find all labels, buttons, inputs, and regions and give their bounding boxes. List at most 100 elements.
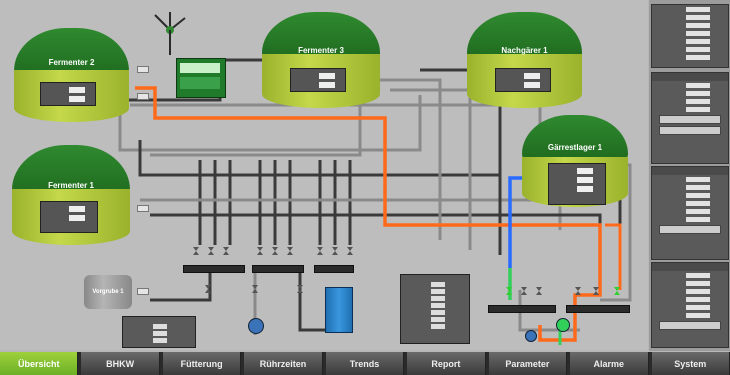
value-field [577, 185, 593, 192]
value-field [686, 216, 710, 222]
tab-ruehrzeiten[interactable]: Rührzeiten [244, 352, 323, 375]
scada-overview: Fermenter 2 Fermenter 3 Nachgärer 1 Gärr… [0, 0, 730, 375]
value-field [686, 82, 710, 88]
tank-fermenter-3[interactable]: Fermenter 3 [262, 12, 380, 108]
tab-alarme[interactable]: Alarme [570, 352, 649, 375]
valve-icon[interactable] [257, 247, 263, 255]
pipe-segment [150, 213, 602, 260]
tank-fermenter-1[interactable]: Fermenter 1 [12, 145, 130, 245]
value-field [686, 38, 710, 44]
tank-fermenter-2[interactable]: Fermenter 2 [14, 28, 129, 123]
navigation-tab-bar: Übersicht BHKW Fütterung Rührzeiten Tren… [0, 352, 730, 375]
value-field [686, 208, 710, 214]
value-field [319, 72, 335, 79]
pump-icon[interactable] [525, 330, 537, 342]
value-field [686, 312, 710, 318]
valve-icon[interactable] [317, 247, 323, 255]
valve-icon[interactable] [223, 247, 229, 255]
tank-title: Vorgrube 1 [92, 289, 124, 295]
tank-vorgrube-1[interactable]: Vorgrube 1 [84, 275, 132, 309]
valve-manifold-1 [183, 265, 245, 273]
valve-manifold-2 [252, 265, 304, 273]
valve-icon[interactable] [193, 247, 199, 255]
tab-parameter[interactable]: Parameter [488, 352, 568, 375]
pipe-segment [150, 270, 212, 302]
value-field [686, 54, 710, 60]
pipe-segment [130, 103, 542, 140]
stirrer-status[interactable] [137, 93, 149, 100]
value-field [686, 296, 710, 302]
value-field [686, 14, 710, 20]
tank-values-panel [40, 82, 96, 106]
sidebar-stirrer-box-2 [651, 262, 729, 348]
valve-icon[interactable] [347, 247, 353, 255]
tank-values-panel [548, 163, 606, 205]
value-field [686, 304, 710, 310]
valve-icon[interactable] [272, 247, 278, 255]
pump-icon[interactable] [556, 318, 570, 332]
stirrer-status[interactable] [137, 205, 149, 212]
value-field [686, 106, 710, 112]
value-field [524, 81, 540, 88]
info-box [122, 316, 196, 348]
feeder-icon[interactable] [176, 58, 226, 98]
stirrer-status[interactable] [137, 66, 149, 73]
value-field [686, 288, 710, 294]
plant-schematic: Fermenter 2 Fermenter 3 Nachgärer 1 Gärr… [0, 0, 648, 350]
valve-icon[interactable] [536, 287, 542, 295]
value-field [686, 272, 710, 278]
value-field [686, 30, 710, 36]
info-box [400, 274, 470, 344]
sidebar-button[interactable] [659, 115, 721, 124]
valve-icon[interactable] [208, 247, 214, 255]
tab-system[interactable]: System [651, 352, 730, 375]
valve-icon[interactable] [593, 287, 599, 295]
gas-flare-icon [154, 12, 186, 55]
value-field [686, 98, 710, 104]
value-field [319, 81, 335, 88]
pump-status[interactable] [137, 288, 149, 295]
sidebar-values-box [651, 4, 729, 68]
value-field [686, 176, 710, 182]
right-sidebar [649, 0, 730, 351]
pump-icon[interactable] [248, 318, 264, 334]
value-field [69, 214, 85, 221]
value-field [686, 200, 710, 206]
tank-title: Gärrestlager 1 [547, 143, 603, 152]
valve-icon[interactable] [506, 287, 512, 295]
valve-icon[interactable] [297, 285, 303, 293]
valve-icon[interactable] [521, 287, 527, 295]
tank-values-panel [290, 68, 346, 92]
valve-icon[interactable] [332, 247, 338, 255]
tank-values-panel [495, 68, 551, 92]
value-field [524, 72, 540, 79]
tank-nachgaerer-1[interactable]: Nachgärer 1 [467, 12, 582, 108]
sidebar-stirrer-box [651, 166, 729, 260]
pipe-orange [605, 223, 622, 290]
tank-title: Fermenter 1 [48, 181, 94, 190]
sidebar-button[interactable] [659, 225, 721, 234]
tank-gaerrestlager-1[interactable]: Gärrestlager 1 [522, 115, 628, 207]
valve-icon[interactable] [614, 287, 620, 295]
value-field [69, 95, 85, 102]
tab-uebersicht[interactable]: Übersicht [0, 352, 79, 375]
tab-trends[interactable]: Trends [325, 352, 405, 375]
tab-fuetterung[interactable]: Fütterung [162, 352, 242, 375]
valve-icon[interactable] [575, 287, 581, 295]
tab-bhkw[interactable]: BHKW [81, 352, 160, 375]
sidebar-button[interactable] [659, 126, 721, 135]
value-field [69, 86, 85, 93]
value-field [686, 22, 710, 28]
container-icon[interactable] [325, 287, 353, 333]
value-field [577, 176, 593, 183]
valve-icon[interactable] [205, 285, 211, 293]
sidebar-feeding-box [651, 72, 729, 164]
value-field [686, 184, 710, 190]
valve-manifold-4 [488, 305, 556, 313]
value-field [686, 192, 710, 198]
valve-icon[interactable] [287, 247, 293, 255]
tab-report[interactable]: Report [407, 352, 486, 375]
sidebar-button[interactable] [659, 321, 721, 330]
valve-icon[interactable] [252, 285, 258, 293]
tank-title: Nachgärer 1 [501, 46, 548, 55]
